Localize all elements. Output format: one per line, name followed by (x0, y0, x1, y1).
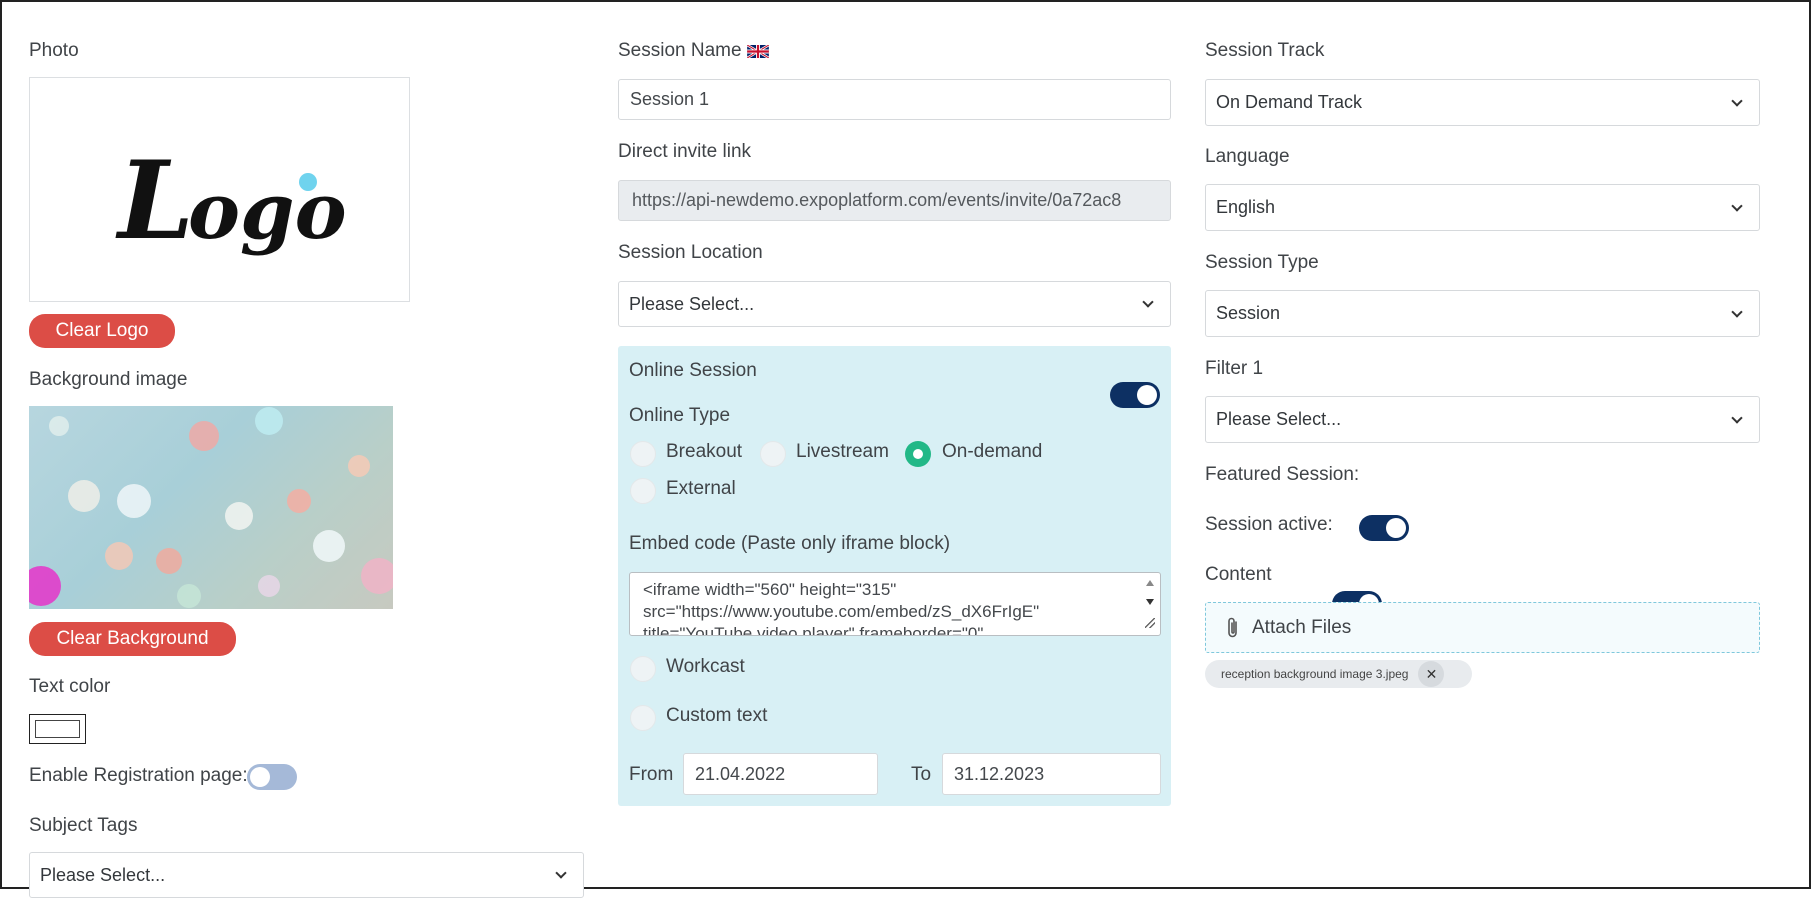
radio-breakout-label: Breakout (666, 441, 743, 462)
radio-custom-text-label: Custom text (666, 705, 768, 726)
text-color-swatch-inner (35, 720, 80, 738)
session-track-value: On Demand Track (1216, 92, 1363, 112)
resize-handle-icon[interactable] (1145, 618, 1155, 628)
filter-1-select[interactable]: Please Select... (1205, 396, 1760, 443)
session-location-label: Session Location (618, 242, 763, 263)
embed-code-label: Embed code (Paste only iframe block) (629, 533, 951, 554)
paperclip-icon (1228, 617, 1237, 637)
toggle-knob (250, 767, 270, 787)
radio-breakout[interactable] (630, 441, 656, 467)
radio-workcast[interactable] (630, 656, 656, 682)
textarea-scrollbar[interactable] (1141, 574, 1159, 634)
text-color-swatch[interactable] (29, 714, 86, 744)
logo-image: L ogo (29, 77, 410, 302)
registration-label: Enable Registration page: (29, 765, 248, 786)
session-type-label: Session Type (1205, 252, 1319, 273)
attach-files-dropzone[interactable]: Attach Files (1205, 602, 1760, 653)
toggle-knob (1386, 518, 1406, 538)
file-chip: reception background image 3.jpeg ✕ (1205, 660, 1472, 688)
filter-1-value: Please Select... (1216, 409, 1342, 429)
scroll-up-icon[interactable] (1146, 580, 1154, 586)
photo-label: Photo (29, 40, 79, 61)
content-label: Content (1205, 564, 1272, 585)
session-name-label-wrap: Session Name (618, 40, 769, 62)
online-session-toggle[interactable] (1110, 382, 1160, 408)
file-chip-name: reception background image 3.jpeg (1221, 667, 1409, 681)
chevron-down-icon (1731, 199, 1743, 212)
uk-flag-icon (746, 44, 769, 58)
subject-tags-value: Please Select... (40, 864, 166, 885)
scroll-down-icon[interactable] (1146, 599, 1154, 605)
clear-background-button[interactable]: Clear Background (29, 622, 236, 656)
language-label: Language (1205, 146, 1290, 167)
featured-session-label: Featured Session: (1205, 464, 1360, 485)
session-location-value: Please Select... (629, 293, 755, 314)
clear-logo-button[interactable]: Clear Logo (29, 314, 175, 348)
session-location-select[interactable]: Please Select... (618, 281, 1171, 327)
radio-external-label: External (666, 478, 736, 499)
text-color-label: Text color (29, 676, 111, 697)
invite-link-label: Direct invite link (618, 141, 752, 162)
language-select[interactable]: English (1205, 184, 1760, 231)
chevron-down-icon (1142, 296, 1154, 308)
session-active-label: Session active: (1205, 514, 1333, 535)
radio-custom-text[interactable] (630, 705, 656, 731)
invite-link-input[interactable]: https://api-newdemo.expoplatform.com/eve… (618, 180, 1171, 221)
background-image (29, 406, 393, 609)
embed-code-textarea[interactable]: <iframe width="560" height="315" src="ht… (629, 572, 1161, 636)
session-track-select[interactable]: On Demand Track (1205, 79, 1760, 126)
radio-on-demand-label: On-demand (942, 441, 1043, 462)
session-type-select[interactable]: Session (1205, 290, 1760, 337)
chevron-down-icon (1731, 94, 1743, 107)
radio-on-demand[interactable] (905, 441, 931, 467)
chevron-down-icon (555, 867, 567, 879)
online-session-label: Online Session (629, 360, 757, 381)
chevron-down-icon (1731, 305, 1743, 318)
radio-workcast-label: Workcast (666, 656, 745, 677)
toggle-knob (1137, 385, 1157, 405)
background-image-label: Background image (29, 369, 188, 390)
radio-external[interactable] (630, 478, 656, 504)
language-value: English (1216, 197, 1276, 217)
svg-text:ogo: ogo (188, 166, 347, 257)
session-type-value: Session (1216, 303, 1281, 323)
from-date-input[interactable]: 21.04.2022 (683, 753, 878, 795)
logo-graphic: L ogo (115, 138, 347, 264)
filter-1-label: Filter 1 (1205, 358, 1264, 379)
radio-livestream[interactable] (760, 441, 786, 467)
remove-file-close-icon[interactable]: ✕ (1418, 661, 1445, 687)
window-frame: Photo L ogo Clear Logo Background image (0, 0, 1811, 898)
registration-toggle[interactable] (247, 764, 297, 790)
online-type-label: Online Type (629, 405, 731, 426)
svg-text:L: L (115, 138, 194, 264)
to-date-input[interactable]: 31.12.2023 (942, 753, 1161, 795)
chevron-down-icon (1731, 411, 1743, 424)
featured-session-toggle[interactable] (1359, 515, 1409, 541)
subject-tags-select[interactable]: Please Select... (29, 852, 584, 898)
attach-files-label: Attach Files (1252, 616, 1352, 638)
from-label: From (629, 764, 674, 785)
session-name-input[interactable]: Session 1 (618, 79, 1171, 120)
session-name-label: Session Name (618, 40, 742, 61)
session-track-label: Session Track (1205, 40, 1325, 61)
radio-livestream-label: Livestream (796, 441, 889, 462)
subject-tags-label: Subject Tags (29, 815, 138, 836)
to-label: To (911, 764, 932, 785)
bokeh-graphic (29, 407, 393, 608)
